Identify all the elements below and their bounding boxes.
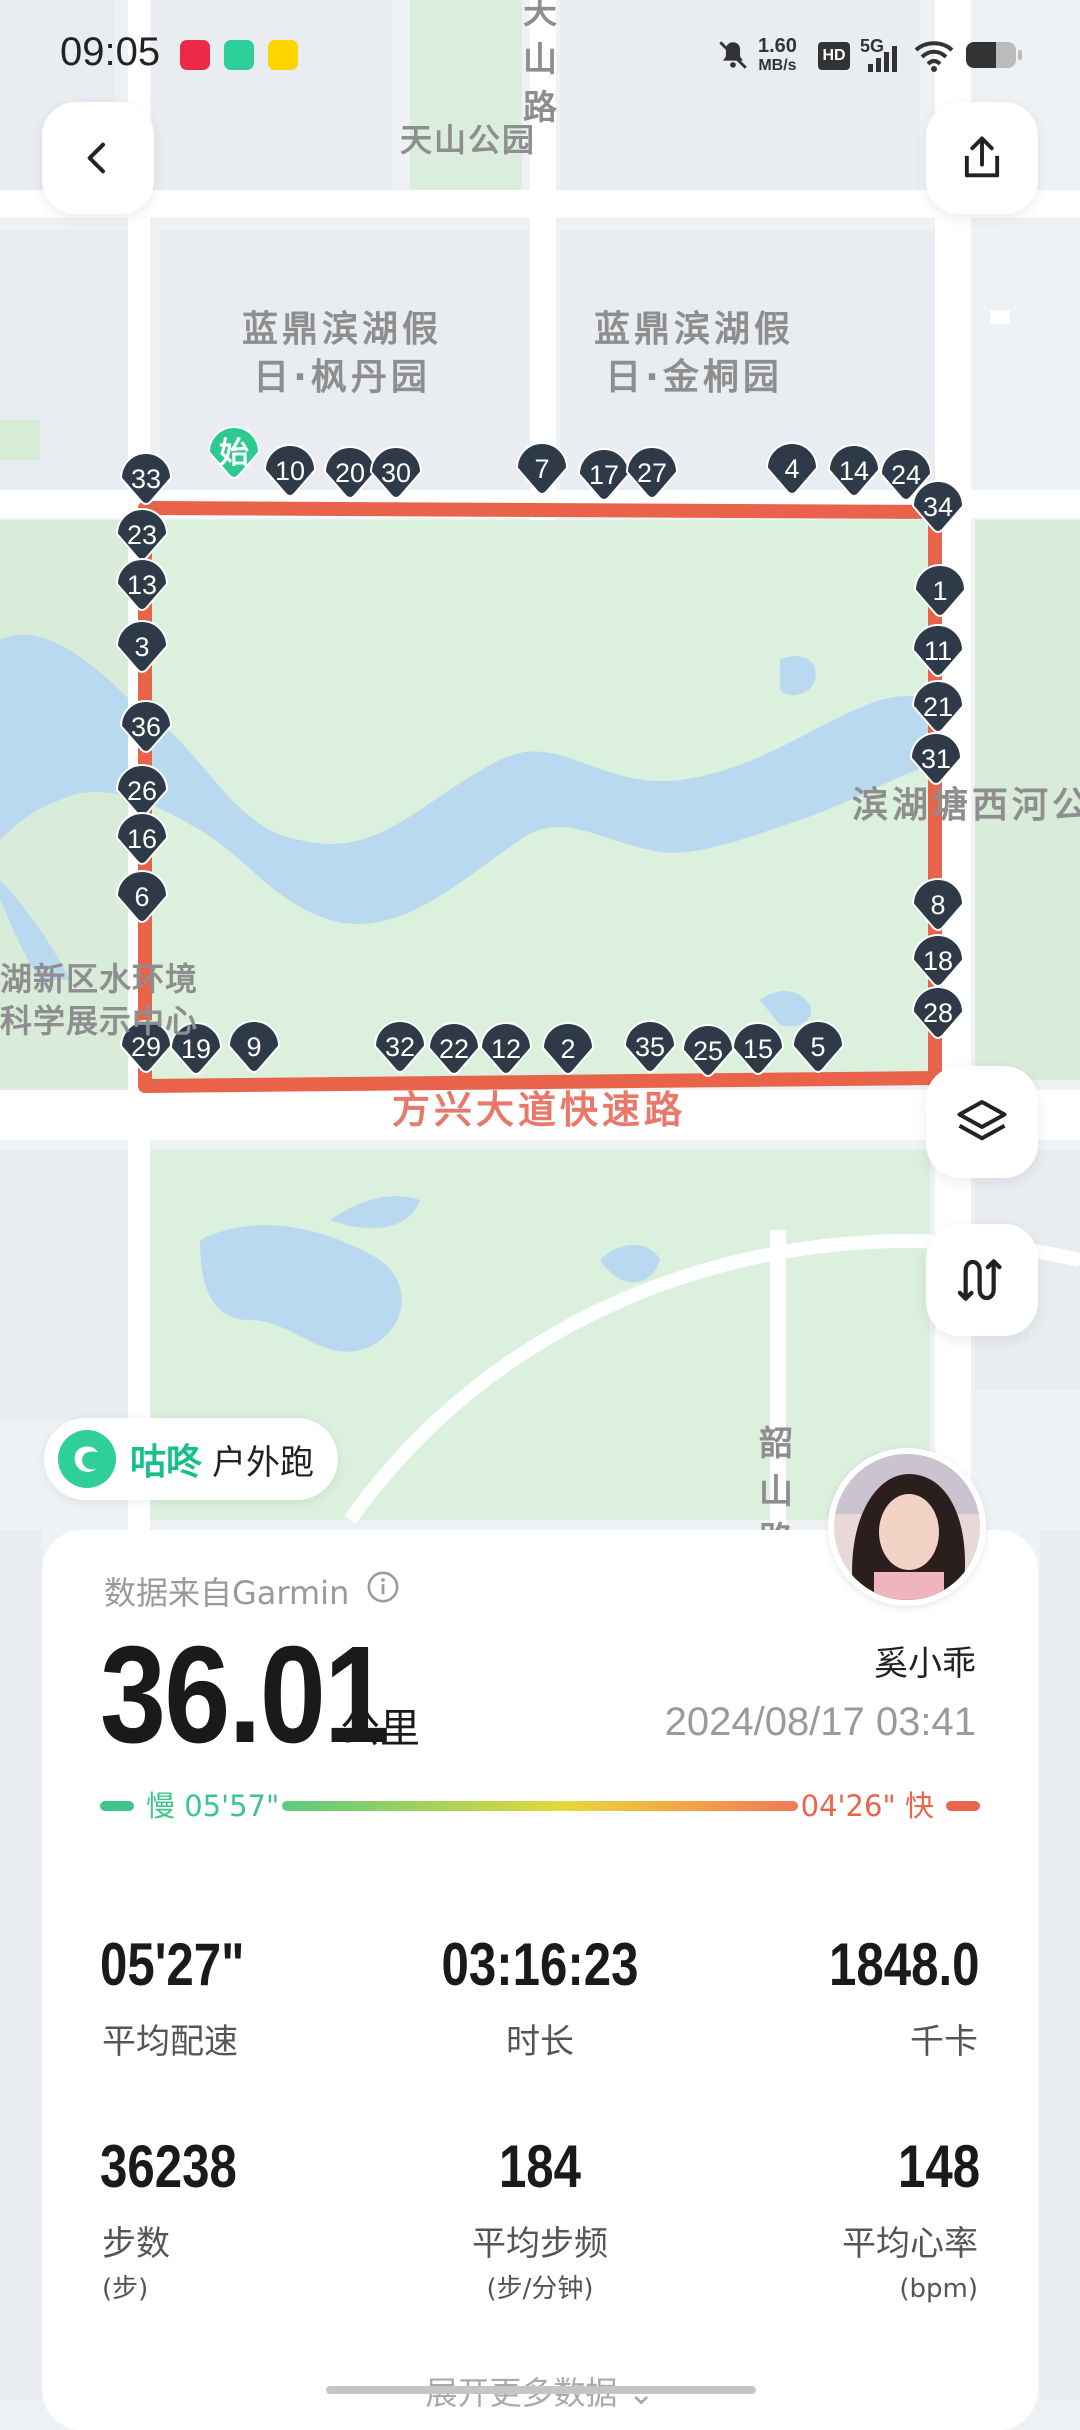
stat-avg-pace-label: 平均配速 (102, 2022, 238, 2062)
codoon-logo-icon (58, 1430, 116, 1488)
home-indicator[interactable] (326, 2386, 756, 2394)
stat-heart-rate-value: 148 (897, 2133, 980, 2200)
route-marker-label: 34 (923, 492, 953, 522)
activity-datetime: 2024/08/17 03:41 (664, 1700, 976, 1744)
network-speed: 1.60 MB/s (758, 35, 797, 74)
route-marker-label: 7 (534, 454, 549, 484)
share-icon (964, 136, 1000, 178)
stat-cadence-label: 平均步频 (472, 2224, 608, 2264)
map-layers-button[interactable] (926, 1066, 1038, 1178)
stat-steps-label: 步数 (102, 2224, 170, 2264)
route-marker-label: 28 (923, 998, 953, 1028)
stat-heart-rate-unit: (bpm) (899, 2274, 978, 2304)
start-marker-label: 始 (219, 436, 249, 471)
stat-steps-value: 36238 (100, 2133, 237, 2200)
pace-gradient-bar (282, 1801, 798, 1811)
route-marker-label: 3 (134, 632, 149, 662)
route-marker-label: 17 (589, 460, 619, 490)
stat-heart-rate-label: 平均心率 (842, 2224, 978, 2264)
route-marker-label: 21 (923, 692, 953, 722)
info-icon[interactable] (366, 1570, 400, 1604)
back-button[interactable] (42, 102, 154, 214)
map-label-block-left: 蓝鼎滨湖假日·枫丹园 (241, 309, 442, 398)
route-marker-label: 6 (134, 882, 149, 912)
pace-fast-label: 04'26" 快 (800, 1789, 934, 1823)
route-marker-label: 24 (891, 460, 921, 490)
user-avatar[interactable] (828, 1448, 986, 1606)
badge-activity-type: 户外跑 (212, 1442, 315, 1483)
signal-icon (868, 46, 897, 72)
badge-brand: 咕咚 (130, 1442, 203, 1483)
route-marker-label: 16 (127, 824, 157, 854)
route-marker-label: 14 (839, 456, 869, 486)
pace-slow-label: 慢 05'57" (146, 1789, 280, 1823)
route-marker-label: 31 (921, 744, 951, 774)
status-time: 09:05 (60, 30, 161, 74)
map-label-road-bottom: 方兴大道快速路 (392, 1088, 687, 1132)
stat-cadence-value: 184 (498, 2133, 582, 2200)
route-marker-label: 25 (693, 1036, 723, 1066)
stat-avg-pace-value: 05'27" (100, 1931, 245, 1998)
route-marker-label: 9 (246, 1032, 261, 1062)
route-marker-label: 33 (131, 464, 161, 494)
route-marker-label: 23 (127, 520, 157, 550)
route-marker-label: 1 (932, 576, 947, 606)
status-bar: 09:05 1.60 MB/s HD 5G (0, 0, 1080, 110)
route-icon (957, 1259, 1002, 1301)
share-button[interactable] (926, 102, 1038, 214)
route-marker-label: 30 (381, 458, 411, 488)
xiaohongshu-icon (180, 40, 210, 70)
route-marker-label: 27 (637, 458, 667, 488)
xianyu-icon (268, 40, 298, 70)
map-label-block-right: 蓝鼎滨湖假日·金桐园 (593, 309, 794, 398)
route-marker-label: 5 (810, 1032, 825, 1062)
codoon-icon (224, 40, 254, 70)
chevron-left-icon (87, 142, 105, 174)
stat-duration-value: 03:16:23 (441, 1931, 639, 1998)
route-marker-label: 15 (743, 1034, 773, 1064)
stat-cadence-unit: (步/分钟) (486, 2274, 594, 2304)
map-label-science: 湖新区水环境科学展示中心 (0, 960, 199, 1040)
route-marker-label: 4 (784, 454, 799, 484)
route-marker-label: 20 (335, 458, 365, 488)
layers-icon (957, 1100, 1007, 1141)
activity-source-badge: 咕咚 户外跑 (44, 1418, 339, 1500)
route-marker-label: 22 (439, 1034, 469, 1064)
wifi-icon (914, 41, 954, 72)
route-marker-label: 18 (923, 946, 953, 976)
route-marker-label: 12 (491, 1034, 521, 1064)
map-label-river: 滨湖塘西河公 (852, 785, 1080, 826)
stat-calories-value: 1848.0 (829, 1931, 980, 1998)
stat-calories-label: 千卡 (910, 2022, 978, 2062)
stat-duration-label: 时长 (506, 2022, 574, 2062)
route-marker-label: 11 (924, 636, 952, 666)
route-marker-label: 32 (385, 1032, 415, 1062)
distance-unit: 公里 (340, 1706, 420, 1752)
mute-icon (719, 41, 747, 69)
pace-legend: 慢 05'57" 04'26" 快 (100, 1786, 980, 1826)
route-marker-label: 26 (127, 776, 157, 806)
battery-icon (966, 42, 1016, 68)
route-marker-label: 35 (635, 1032, 665, 1062)
route-marker-label: 36 (131, 712, 161, 742)
route-marker-label: 10 (275, 456, 305, 486)
data-source-label: 数据来自Garmin (104, 1574, 350, 1612)
hd-icon: HD (818, 42, 850, 70)
route-marker-label: 13 (127, 570, 157, 600)
route-mode-button[interactable] (926, 1224, 1038, 1336)
stat-steps-unit: (步) (102, 2274, 149, 2304)
map-label-park: 天山公园 (400, 121, 537, 159)
username: 奚小乖 (874, 1644, 976, 1684)
route-marker-label: 2 (560, 1034, 575, 1064)
route-marker-label: 8 (930, 890, 945, 920)
